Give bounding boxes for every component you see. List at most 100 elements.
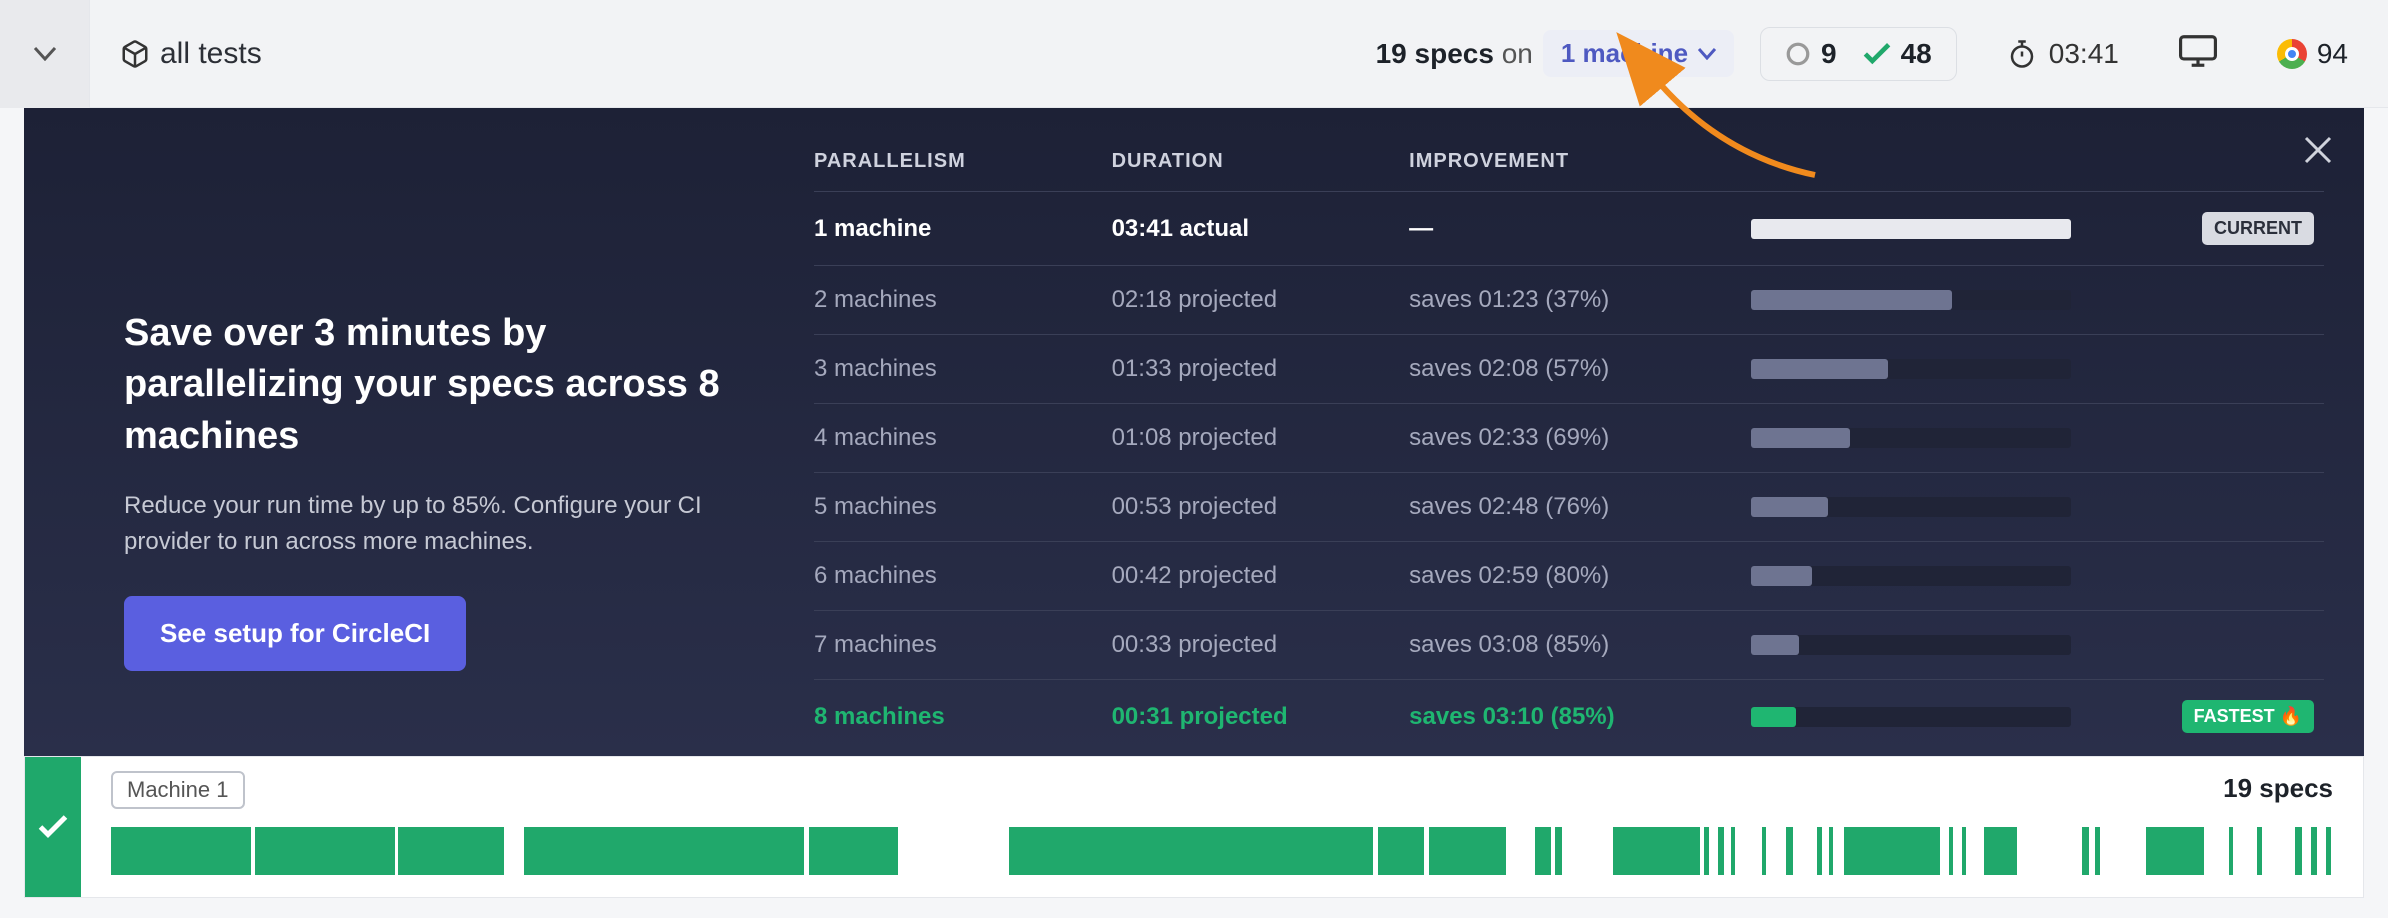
spec-bar[interactable] <box>524 827 804 875</box>
browser-info: 94 <box>2277 38 2348 70</box>
cell-bar <box>1751 192 2148 266</box>
chrome-icon <box>2277 39 2307 69</box>
spec-bar[interactable] <box>2311 827 2318 875</box>
stopwatch-icon <box>2007 39 2037 69</box>
cell-tag <box>2148 266 2324 335</box>
col-duration: DURATION <box>1112 132 1410 192</box>
cell-duration: 02:18 projected <box>1112 266 1410 335</box>
spec-bar[interactable] <box>2257 827 2261 875</box>
cell-bar <box>1751 266 2148 335</box>
spec-bar[interactable] <box>809 827 898 875</box>
table-row[interactable]: 2 machines02:18 projectedsaves 01:23 (37… <box>814 266 2324 335</box>
spec-bar[interactable] <box>2146 827 2204 875</box>
cell-machines: 6 machines <box>814 542 1112 611</box>
cell-improvement: saves 02:48 (76%) <box>1409 473 1751 542</box>
cell-bar <box>1751 335 2148 404</box>
check-icon <box>38 815 68 839</box>
box-icon <box>120 39 150 69</box>
chevron-down-icon <box>1698 48 1716 60</box>
cell-bar <box>1751 473 2148 542</box>
table-row[interactable]: 4 machines01:08 projectedsaves 02:33 (69… <box>814 404 2324 473</box>
spec-bar[interactable] <box>1786 827 1793 875</box>
cell-tag <box>2148 611 2324 680</box>
close-button[interactable] <box>2300 132 2336 173</box>
cell-duration: 00:31 projected <box>1112 680 1410 754</box>
spec-bar[interactable] <box>1762 827 1766 875</box>
cell-duration: 00:33 projected <box>1112 611 1410 680</box>
spec-bar[interactable] <box>1378 827 1425 875</box>
monitor-icon <box>2179 35 2217 67</box>
cell-tag <box>2148 404 2324 473</box>
cell-machines: 1 machine <box>814 192 1112 266</box>
spec-bar[interactable] <box>1817 827 1821 875</box>
annotation-arrow <box>1640 60 1840 185</box>
cell-bar <box>1751 611 2148 680</box>
table-row[interactable]: 7 machines00:33 projectedsaves 03:08 (85… <box>814 611 2324 680</box>
cell-duration: 00:53 projected <box>1112 473 1410 542</box>
spec-bar[interactable] <box>1731 827 1735 875</box>
spec-bar[interactable] <box>1844 827 1940 875</box>
machine-row[interactable]: Machine 1 19 specs <box>24 756 2364 898</box>
spec-bar[interactable] <box>1829 827 1833 875</box>
see-setup-button[interactable]: See setup for CircleCI <box>124 596 466 671</box>
chevron-down-icon <box>34 47 56 61</box>
close-icon <box>2300 132 2336 168</box>
cell-machines: 7 machines <box>814 611 1112 680</box>
cell-tag <box>2148 335 2324 404</box>
spec-bar[interactable] <box>1555 827 1562 875</box>
cell-machines: 4 machines <box>814 404 1112 473</box>
run-duration: 03:41 <box>2007 38 2119 70</box>
expand-toggle[interactable] <box>0 0 90 108</box>
table-row[interactable]: 3 machines01:33 projectedsaves 02:08 (57… <box>814 335 2324 404</box>
spec-bar[interactable] <box>2326 827 2330 875</box>
col-parallelism: PARALLELISM <box>814 132 1112 192</box>
spec-bar[interactable] <box>1704 827 1708 875</box>
cell-machines: 5 machines <box>814 473 1112 542</box>
check-icon <box>1863 43 1891 65</box>
spec-bar[interactable] <box>2082 827 2089 875</box>
panel-headline: Save over 3 minutes by parallelizing you… <box>124 308 754 462</box>
spec-bar[interactable] <box>2295 827 2302 875</box>
cell-tag: FASTEST 🔥 <box>2148 680 2324 754</box>
spec-bar[interactable] <box>2229 827 2233 875</box>
spec-bar[interactable] <box>1429 827 1507 875</box>
cell-improvement: saves 02:59 (80%) <box>1409 542 1751 611</box>
table-row[interactable]: 6 machines00:42 projectedsaves 02:59 (80… <box>814 542 2324 611</box>
cell-tag: CURRENT <box>2148 192 2324 266</box>
spec-bar[interactable] <box>1009 827 1373 875</box>
cell-tag <box>2148 473 2324 542</box>
table-row[interactable]: 8 machines00:31 projectedsaves 03:10 (85… <box>814 680 2324 754</box>
cell-improvement: saves 02:33 (69%) <box>1409 404 1751 473</box>
panel-subtext: Reduce your run time by up to 85%. Confi… <box>124 488 724 560</box>
spec-bar[interactable] <box>111 827 251 875</box>
cell-bar <box>1751 542 2148 611</box>
specs-summary: 19 specs on <box>1376 38 1533 70</box>
parallelism-table: PARALLELISM DURATION IMPROVEMENT 1 machi… <box>814 132 2324 753</box>
parallelism-panel: Save over 3 minutes by parallelizing you… <box>24 108 2364 756</box>
table-row[interactable]: 1 machine03:41 actual—CURRENT <box>814 192 2324 266</box>
cell-machines: 3 machines <box>814 335 1112 404</box>
spec-timeline <box>111 827 2333 875</box>
run-header: all tests 19 specs on 1 machine 9 48 03:… <box>0 0 2388 108</box>
spec-bar[interactable] <box>1535 827 1551 875</box>
cell-duration: 01:33 projected <box>1112 335 1410 404</box>
spec-bar[interactable] <box>1949 827 1953 875</box>
spec-bar[interactable] <box>398 827 505 875</box>
page-title: all tests <box>160 37 262 71</box>
cell-bar <box>1751 680 2148 754</box>
cell-machines: 8 machines <box>814 680 1112 754</box>
table-row[interactable]: 5 machines00:53 projectedsaves 02:48 (76… <box>814 473 2324 542</box>
spec-bar[interactable] <box>1613 827 1700 875</box>
cell-tag <box>2148 542 2324 611</box>
spec-bar[interactable] <box>1718 827 1725 875</box>
spec-bar[interactable] <box>1962 827 1966 875</box>
cell-improvement: saves 03:10 (85%) <box>1409 680 1751 754</box>
machine-status-stripe <box>25 757 81 897</box>
cell-bar <box>1751 404 2148 473</box>
machine-chip: Machine 1 <box>111 771 245 809</box>
cell-duration: 01:08 projected <box>1112 404 1410 473</box>
spec-bar[interactable] <box>255 827 395 875</box>
spec-bar[interactable] <box>1984 827 2017 875</box>
viewport-info[interactable] <box>2179 35 2217 72</box>
spec-bar[interactable] <box>2095 827 2099 875</box>
